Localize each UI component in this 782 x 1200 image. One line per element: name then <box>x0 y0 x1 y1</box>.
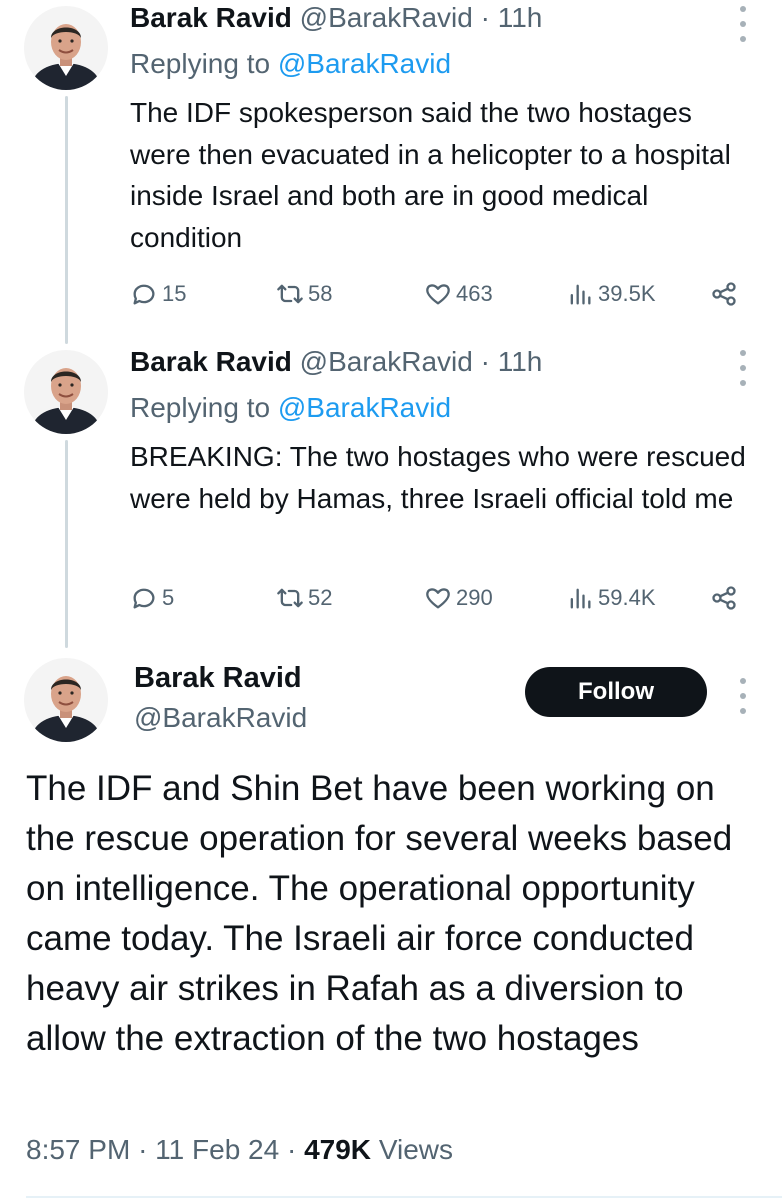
tweet-header: Barak Ravid @BarakRavid · 11h <box>130 344 542 380</box>
replying-to: Replying to @BarakRavid <box>130 390 451 426</box>
reply-button[interactable]: 15 <box>130 274 186 314</box>
tweet-meta: 8:57 PM · 11 Feb 24 · 479K Views <box>26 1132 453 1168</box>
views-button[interactable]: 59.4K <box>566 578 656 618</box>
author-handle[interactable]: @BarakRavid <box>300 2 473 33</box>
reply-tweet[interactable]: Barak Ravid @BarakRavid · 11h Replying t… <box>0 0 782 340</box>
tweet-text: The IDF and Shin Bet have been working o… <box>26 769 733 1058</box>
more-options-icon[interactable] <box>736 350 750 386</box>
follow-button[interactable]: Follow <box>525 667 707 717</box>
retweet-count: 58 <box>308 281 333 306</box>
share-icon <box>712 282 736 306</box>
separator-dot: · <box>138 1134 148 1165</box>
heart-icon <box>426 284 450 305</box>
views-count: 479K <box>304 1134 372 1165</box>
views-count: 59.4K <box>598 585 656 610</box>
tweet-time[interactable]: 8:57 PM <box>26 1134 130 1165</box>
like-count: 463 <box>456 281 493 306</box>
retweet-button[interactable]: 58 <box>276 274 332 314</box>
views-button[interactable]: 39.5K <box>566 274 656 314</box>
more-options-icon[interactable] <box>736 678 750 714</box>
retweet-icon <box>277 588 303 608</box>
replying-prefix: Replying to <box>130 392 271 423</box>
separator-dot: · <box>480 2 490 33</box>
replying-mention[interactable]: @BarakRavid <box>278 392 451 423</box>
avatar[interactable] <box>24 6 108 90</box>
more-options-icon[interactable] <box>736 6 750 42</box>
author-name[interactable]: Barak Ravid <box>130 2 292 33</box>
author-handle[interactable]: @BarakRavid <box>134 700 307 736</box>
like-button[interactable]: 290 <box>424 578 493 618</box>
action-bar: 5 52 290 59.4K <box>0 578 782 618</box>
views-icon <box>570 588 591 609</box>
share-button[interactable] <box>710 578 742 618</box>
replying-to: Replying to @BarakRavid <box>130 46 451 82</box>
share-icon <box>712 586 736 610</box>
separator-dot: · <box>480 346 490 377</box>
replying-mention[interactable]: @BarakRavid <box>278 48 451 79</box>
author-name[interactable]: Barak Ravid <box>134 660 302 696</box>
views-icon <box>570 284 591 305</box>
reply-count: 5 <box>162 585 175 610</box>
replying-prefix: Replying to <box>130 48 271 79</box>
tweet-time[interactable]: 11h <box>498 2 543 33</box>
reply-button[interactable]: 5 <box>130 578 174 618</box>
author-name[interactable]: Barak Ravid <box>130 346 292 377</box>
share-button[interactable] <box>710 274 742 314</box>
reply-icon <box>133 284 155 305</box>
avatar[interactable] <box>24 658 108 742</box>
views-count: 39.5K <box>598 281 656 306</box>
tweet-header: Barak Ravid @BarakRavid · 11h <box>130 0 542 36</box>
tweet-date[interactable]: 11 Feb 24 <box>155 1134 279 1165</box>
action-bar: 15 58 463 39.5K <box>0 274 782 314</box>
reply-tweet[interactable]: Barak Ravid @BarakRavid · 11h Replying t… <box>0 344 782 644</box>
views-label: Views <box>378 1134 453 1165</box>
like-count: 290 <box>456 585 493 610</box>
retweet-button[interactable]: 52 <box>276 578 332 618</box>
heart-icon <box>426 588 450 609</box>
reply-count: 15 <box>162 281 187 306</box>
like-button[interactable]: 463 <box>424 274 493 314</box>
avatar[interactable] <box>24 350 108 434</box>
reply-icon <box>133 588 155 609</box>
tweet-text: BREAKING: The two hostages who were resc… <box>130 441 746 514</box>
separator-dot: · <box>286 1134 297 1165</box>
divider <box>26 1196 782 1198</box>
tweet-time[interactable]: 11h <box>498 346 543 377</box>
retweet-count: 52 <box>308 585 333 610</box>
author-handle[interactable]: @BarakRavid <box>300 346 473 377</box>
retweet-icon <box>277 284 303 304</box>
tweet-text: The IDF spokesperson said the two hostag… <box>130 97 731 253</box>
